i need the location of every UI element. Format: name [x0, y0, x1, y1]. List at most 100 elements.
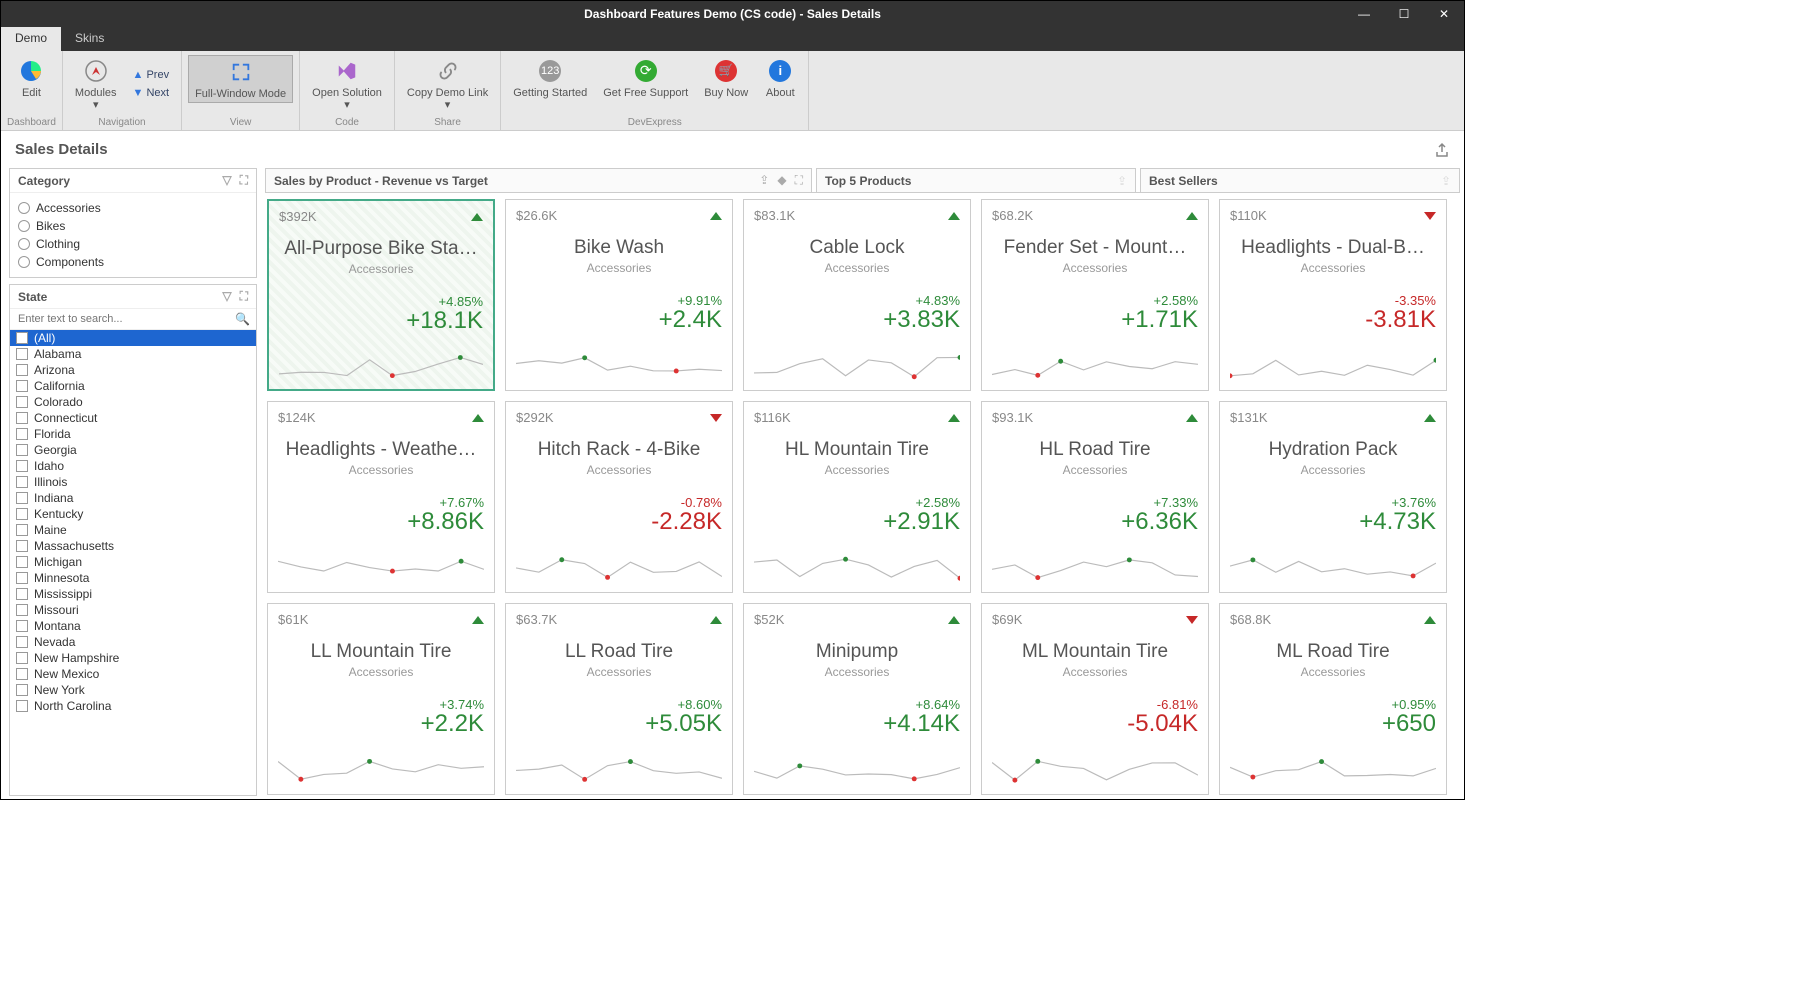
card-value: $68.8K [1230, 612, 1271, 627]
product-card[interactable]: $68.2KFender Set - Mount…Accessories+2.5… [981, 199, 1209, 391]
modules-button[interactable]: Modules ▾ [69, 55, 123, 113]
product-card[interactable]: $61KLL Mountain TireAccessories+3.74%+2.… [267, 603, 495, 795]
card-value: $116K [754, 410, 791, 425]
checkbox-icon [16, 572, 28, 584]
state-item[interactable]: (All) [10, 330, 256, 346]
cards-container[interactable]: $392KAll-Purpose Bike Sta…Accessories+4.… [265, 193, 1460, 796]
state-item[interactable]: Michigan [10, 554, 256, 570]
state-item[interactable]: Nevada [10, 634, 256, 650]
category-item[interactable]: Bikes [18, 217, 248, 235]
maximize-button[interactable]: ☐ [1384, 1, 1424, 27]
card-category: Accessories [992, 665, 1198, 679]
state-item[interactable]: North Carolina [10, 698, 256, 714]
state-item[interactable]: Montana [10, 618, 256, 634]
copydemo-button[interactable]: Copy Demo Link ▾ [401, 55, 494, 113]
radio-icon [18, 202, 30, 214]
state-item[interactable]: Massachusetts [10, 538, 256, 554]
state-item[interactable]: Illinois [10, 474, 256, 490]
layers-icon[interactable]: ◆ [777, 173, 786, 188]
category-item[interactable]: Components [18, 253, 248, 271]
about-button[interactable]: i About [758, 55, 802, 101]
state-item[interactable]: Maine [10, 522, 256, 538]
product-card[interactable]: $131KHydration PackAccessories+3.76%+4.7… [1219, 401, 1447, 593]
filter-icon[interactable]: ▽ [222, 289, 231, 304]
export-icon[interactable] [1434, 142, 1450, 158]
tab-skins[interactable]: Skins [61, 27, 118, 51]
state-search-input[interactable] [16, 311, 235, 327]
state-item[interactable]: New Mexico [10, 666, 256, 682]
export-icon[interactable]: ⇪ [1441, 174, 1451, 188]
radio-icon [18, 220, 30, 232]
next-button[interactable]: ▼ Next [127, 85, 176, 101]
card-name: Headlights - Dual-B… [1230, 237, 1436, 259]
product-card[interactable]: $93.1KHL Road TireAccessories+7.33%+6.36… [981, 401, 1209, 593]
state-item[interactable]: California [10, 378, 256, 394]
state-item[interactable]: Florida [10, 426, 256, 442]
freesupport-button[interactable]: ⟳ Get Free Support [597, 55, 694, 101]
minimize-button[interactable]: — [1344, 1, 1384, 27]
product-card[interactable]: $124KHeadlights - Weathe…Accessories+7.6… [267, 401, 495, 593]
opensolution-button[interactable]: Open Solution ▾ [306, 55, 388, 113]
state-item[interactable]: Missouri [10, 602, 256, 618]
product-card[interactable]: $69KML Mountain TireAccessories-6.81%-5.… [981, 603, 1209, 795]
state-item[interactable]: Mississippi [10, 586, 256, 602]
prev-button[interactable]: ▲ Prev [127, 67, 176, 83]
state-item[interactable]: Connecticut [10, 410, 256, 426]
checkbox-icon [16, 620, 28, 632]
checkbox-icon [16, 652, 28, 664]
category-title: Category [18, 174, 70, 188]
product-card[interactable]: $110KHeadlights - Dual-B…Accessories-3.3… [1219, 199, 1447, 391]
checkbox-icon [16, 524, 28, 536]
trend-up-icon [472, 616, 484, 624]
card-value: $68.2K [992, 208, 1033, 223]
export-icon[interactable]: ⇪ [1117, 174, 1127, 188]
product-card[interactable]: $392KAll-Purpose Bike Sta…Accessories+4.… [267, 199, 495, 391]
checkbox-icon [16, 508, 28, 520]
section-top5: Top 5 Products ⇪ [816, 168, 1136, 192]
maximize-icon[interactable]: ⛶ [795, 173, 803, 188]
checkbox-icon [16, 668, 28, 680]
trend-up-icon [948, 616, 960, 624]
gettingstarted-button[interactable]: 123 Getting Started [507, 55, 593, 101]
card-name: LL Mountain Tire [278, 641, 484, 663]
state-item[interactable]: Georgia [10, 442, 256, 458]
product-card[interactable]: $52KMinipumpAccessories+8.64%+4.14K [743, 603, 971, 795]
maximize-icon[interactable]: ⛶ [240, 173, 248, 188]
state-item[interactable]: Alabama [10, 346, 256, 362]
state-item[interactable]: New Hampshire [10, 650, 256, 666]
card-category: Accessories [992, 261, 1198, 275]
filter-icon[interactable]: ▽ [222, 173, 231, 188]
number-icon: 123 [536, 57, 564, 85]
edit-button[interactable]: Edit [9, 55, 53, 101]
category-item[interactable]: Accessories [18, 199, 248, 217]
trend-up-icon [948, 414, 960, 422]
card-category: Accessories [1230, 261, 1436, 275]
state-item[interactable]: Indiana [10, 490, 256, 506]
maximize-icon[interactable]: ⛶ [240, 289, 248, 304]
product-card[interactable]: $116KHL Mountain TireAccessories+2.58%+2… [743, 401, 971, 593]
product-card[interactable]: $83.1KCable LockAccessories+4.83%+3.83K [743, 199, 971, 391]
search-icon[interactable]: 🔍 [235, 312, 250, 326]
state-item[interactable]: Arizona [10, 362, 256, 378]
product-card[interactable]: $68.8KML Road TireAccessories+0.95%+650 [1219, 603, 1447, 795]
buynow-button[interactable]: 🛒 Buy Now [698, 55, 754, 101]
state-item[interactable]: Minnesota [10, 570, 256, 586]
checkbox-icon [16, 604, 28, 616]
state-item[interactable]: New York [10, 682, 256, 698]
close-button[interactable]: ✕ [1424, 1, 1464, 27]
fullwindow-button[interactable]: Full-Window Mode [188, 55, 293, 103]
state-item[interactable]: Idaho [10, 458, 256, 474]
product-card[interactable]: $26.6KBike WashAccessories+9.91%+2.4K [505, 199, 733, 391]
category-item[interactable]: Clothing [18, 235, 248, 253]
state-item[interactable]: Kentucky [10, 506, 256, 522]
state-item[interactable]: Colorado [10, 394, 256, 410]
info-icon: i [766, 57, 794, 85]
card-name: Hitch Rack - 4-Bike [516, 439, 722, 461]
tab-demo[interactable]: Demo [1, 27, 61, 51]
state-list[interactable]: (All)AlabamaArizonaCaliforniaColoradoCon… [10, 330, 256, 795]
trend-down-icon [1186, 616, 1198, 624]
product-card[interactable]: $292KHitch Rack - 4-BikeAccessories-0.78… [505, 401, 733, 593]
product-card[interactable]: $63.7KLL Road TireAccessories+8.60%+5.05… [505, 603, 733, 795]
export-icon[interactable]: ⇪ [759, 173, 769, 188]
trend-up-icon [710, 212, 722, 220]
